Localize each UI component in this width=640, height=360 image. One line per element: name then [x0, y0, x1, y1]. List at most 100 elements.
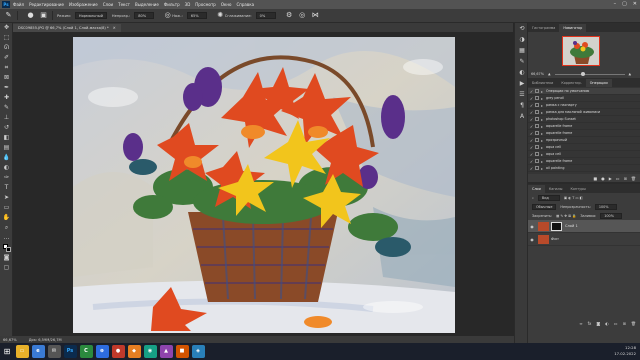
blend-mode-select[interactable]: Обычные — [532, 203, 557, 210]
airbrush-icon[interactable]: ✺ — [216, 11, 225, 20]
mode-select[interactable]: Нормальный — [74, 12, 107, 19]
dialog-toggle-icon[interactable] — [535, 103, 539, 107]
check-icon[interactable]: ✓ — [528, 166, 535, 171]
add-mask-icon[interactable]: ◙ — [596, 321, 600, 326]
dialog-toggle-icon[interactable] — [535, 138, 539, 142]
check-icon[interactable]: ✓ — [528, 145, 535, 150]
app-icon[interactable]: ■ — [175, 345, 189, 358]
shape-tool-icon[interactable]: ▭ — [1, 203, 12, 213]
quick-select-tool-icon[interactable]: ✐ — [1, 53, 12, 63]
tab-libraries[interactable]: Библиотеки — [528, 79, 557, 87]
tab-adjustments[interactable]: Корректир. — [557, 79, 585, 87]
menu-help[interactable]: Справка — [236, 2, 254, 7]
layer-row[interactable]: ◉ Слой 1 — [528, 220, 640, 233]
menu-select[interactable]: Выделение — [135, 2, 159, 7]
check-icon[interactable]: ✓ — [528, 138, 535, 143]
document-info[interactable]: Док: 6,59М/26,7М — [29, 338, 62, 342]
flow-field[interactable]: 65% — [186, 12, 207, 19]
menu-edit[interactable]: Редактирование — [29, 2, 64, 7]
painting-canvas[interactable] — [73, 37, 455, 333]
dialog-toggle-icon[interactable] — [535, 152, 539, 156]
dialog-toggle-icon[interactable] — [535, 117, 539, 121]
check-icon[interactable]: ✓ — [528, 110, 535, 115]
list-item[interactable]: ✓ ▸ aquarelle frame — [528, 158, 640, 165]
eraser-tool-icon[interactable]: ◧ — [1, 133, 12, 143]
check-icon[interactable]: ✓ — [528, 117, 535, 122]
opacity-field[interactable]: 80% — [134, 12, 155, 19]
app-icon[interactable]: ⊕ — [95, 345, 109, 358]
dialog-toggle-icon[interactable] — [535, 131, 539, 135]
app-icon[interactable]: ◈ — [191, 345, 205, 358]
list-item[interactable]: ✓ ▸ aqua cell — [528, 151, 640, 158]
list-item[interactable]: ✓ ▸ прозрачный — [528, 137, 640, 144]
tab-actions[interactable]: Операции — [585, 79, 612, 87]
layer-row[interactable]: ◉ Фон — [528, 233, 640, 246]
zoom-in-icon[interactable]: ▲ — [629, 72, 632, 76]
pen-tool-icon[interactable]: ✑ — [1, 173, 12, 183]
list-item[interactable]: ✓ ▸ рамка для масляной живописи — [528, 109, 640, 116]
properties-panel-icon[interactable]: ☰ — [515, 89, 529, 100]
clone-stamp-tool-icon[interactable]: ⊥ — [1, 113, 12, 123]
close-tab-icon[interactable]: ✕ — [113, 24, 116, 32]
healing-tool-icon[interactable]: ✚ — [1, 93, 12, 103]
pressure-opacity-icon[interactable]: ◎ — [163, 11, 172, 20]
zoom-out-icon[interactable]: ▲ — [548, 72, 551, 76]
list-item[interactable]: ✓ ▸ aqua cell — [528, 144, 640, 151]
color-swatches-icon[interactable] — [1, 243, 12, 253]
mail-icon[interactable]: ✉ — [47, 345, 61, 358]
brush-tool-icon[interactable]: ✎ — [4, 11, 13, 20]
smoothing-settings-icon[interactable]: ⚙ — [285, 11, 294, 20]
navigator-thumbnail[interactable] — [562, 36, 600, 66]
actions-panel-icon[interactable]: ▶ — [515, 78, 529, 89]
menu-window[interactable]: Окно — [221, 2, 232, 7]
filter-icons[interactable]: ▣ ◐ T ▭ ◧ — [564, 196, 583, 200]
brush-panel-icon[interactable]: ✎ — [515, 56, 529, 67]
close-icon[interactable]: ✕ — [633, 1, 637, 7]
dialog-toggle-icon[interactable] — [535, 159, 539, 163]
smoothing-field[interactable]: 0% — [255, 12, 276, 19]
visibility-eye-icon[interactable]: ◉ — [528, 224, 536, 229]
group-icon[interactable]: ▭ — [614, 321, 618, 326]
dialog-toggle-icon[interactable] — [535, 110, 539, 114]
hand-tool-icon[interactable]: ✋ — [1, 213, 12, 223]
layer-filter-select[interactable]: Вид — [537, 194, 560, 201]
adjustments-panel-icon[interactable]: ◐ — [515, 67, 529, 78]
canvas-area[interactable] — [13, 32, 514, 336]
menu-view[interactable]: Просмотр — [195, 2, 216, 7]
trash-icon[interactable]: 🗑 — [631, 176, 636, 181]
trash-icon[interactable]: 🗑 — [631, 321, 636, 326]
tab-channels[interactable]: Каналы — [545, 185, 567, 193]
zoom-slider-knob[interactable] — [580, 71, 585, 76]
dialog-toggle-icon[interactable] — [535, 124, 539, 128]
menu-filter[interactable]: Фильтр — [164, 2, 180, 7]
list-item[interactable]: ✓ ▸ рамка с паспарту — [528, 102, 640, 109]
type-tool-icon[interactable]: T — [1, 183, 12, 193]
fx-icon[interactable]: fx — [588, 321, 592, 326]
play-icon[interactable]: ▶ — [609, 176, 612, 181]
crop-tool-icon[interactable]: ⌗ — [1, 63, 12, 73]
list-item[interactable]: ✓ ▸ Операции по умолчанию — [528, 88, 640, 95]
layer-thumbnail[interactable] — [538, 234, 549, 244]
tab-layers[interactable]: Слои — [528, 185, 545, 193]
dialog-toggle-icon[interactable] — [535, 145, 539, 149]
record-icon[interactable]: ● — [601, 176, 605, 181]
character-panel-icon[interactable]: A — [515, 111, 529, 122]
check-icon[interactable]: ✓ — [528, 152, 535, 157]
layer-name[interactable]: Слой 1 — [565, 224, 578, 228]
dodge-tool-icon[interactable]: ◐ — [1, 163, 12, 173]
list-item[interactable]: ✓ ▸ photoshop Sunset — [528, 116, 640, 123]
list-item[interactable]: ✓ ▸ aquarelle frame — [528, 123, 640, 130]
app-icon[interactable]: ● — [111, 345, 125, 358]
list-item[interactable]: ✓ ▸ oil painting — [528, 165, 640, 172]
menu-file[interactable]: Файл — [13, 2, 24, 7]
brush-settings-icon[interactable]: ▣ — [39, 11, 48, 20]
browser-icon[interactable]: e — [31, 345, 45, 358]
menu-layers[interactable]: Слои — [103, 2, 113, 7]
app-icon[interactable]: ▲ — [159, 345, 173, 358]
path-select-tool-icon[interactable]: ➤ — [1, 193, 12, 203]
adjustment-layer-icon[interactable]: ◐ — [605, 321, 609, 326]
menu-image[interactable]: Изображение — [69, 2, 98, 7]
minimize-icon[interactable]: – — [614, 1, 617, 7]
dialog-toggle-icon[interactable] — [535, 89, 539, 93]
visibility-eye-icon[interactable]: ◉ — [528, 237, 536, 242]
